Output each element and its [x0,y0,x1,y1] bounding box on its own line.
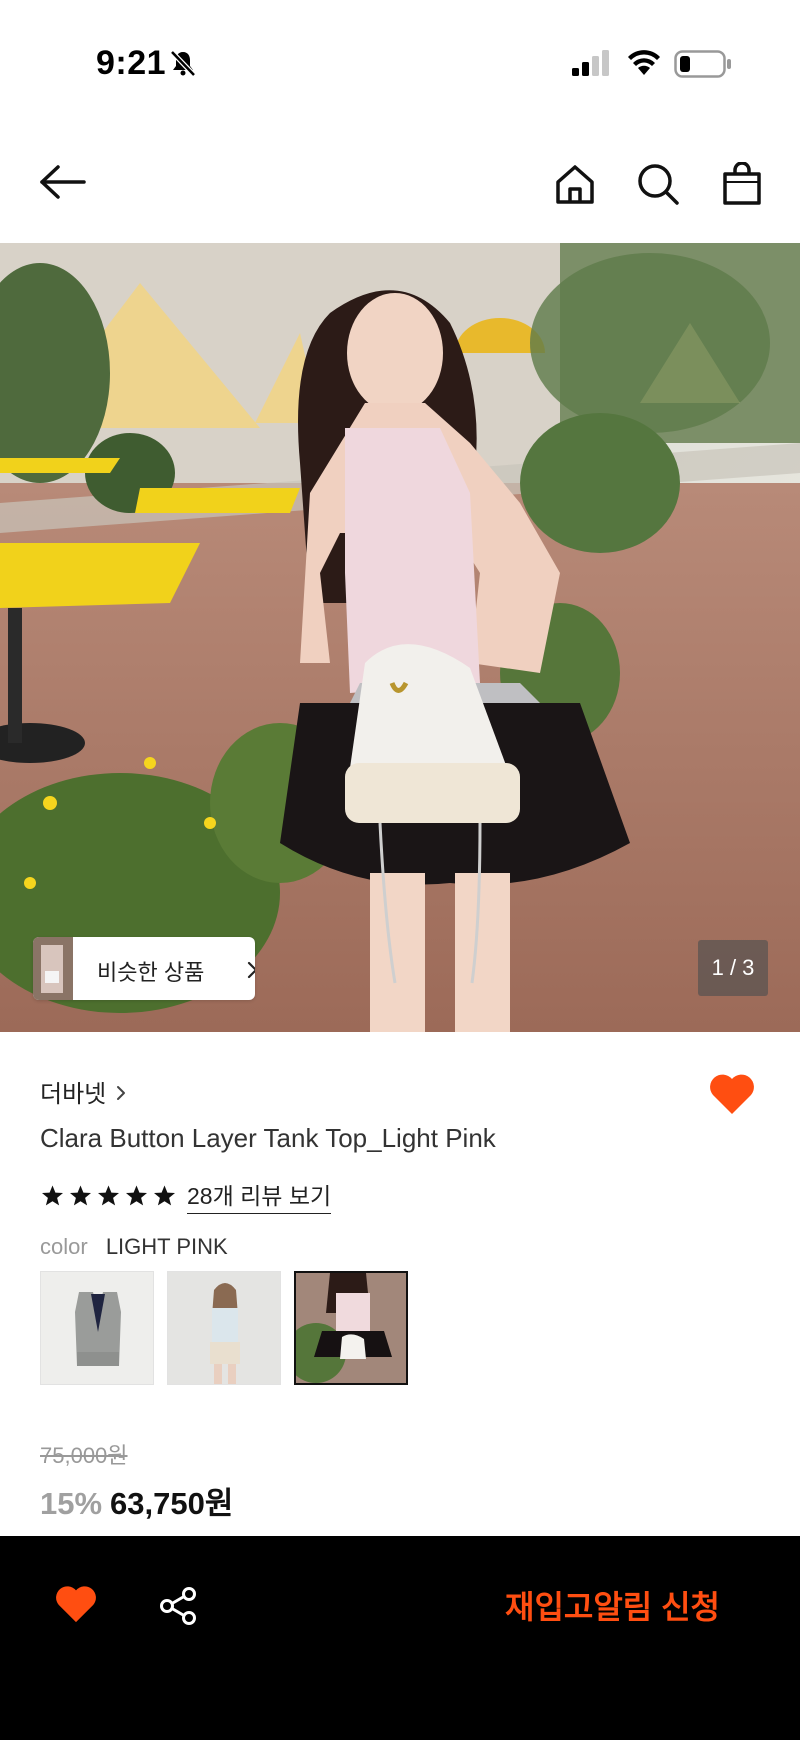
swatch-image [41,1272,153,1384]
home-icon[interactable] [553,162,597,206]
product-photo [0,243,800,1032]
color-swatch-light-pink[interactable] [294,1271,408,1385]
brand-link[interactable]: 더바넷 [40,1074,126,1109]
battery-icon [674,50,731,78]
swatch-image [296,1273,406,1383]
search-icon[interactable] [636,162,680,206]
share-icon[interactable] [158,1586,198,1626]
color-swatch-blue[interactable] [167,1271,281,1385]
color-row: color LIGHT PINK [40,1234,228,1260]
cellular-signal-icon [572,50,609,76]
price-row: 15% 63,750원 [40,1478,233,1523]
star-icon [126,1185,147,1205]
brand-name: 더바넷 [40,1081,107,1108]
color-value: LIGHT PINK [105,1234,228,1259]
color-label: color [40,1234,88,1259]
status-time: 9:21 [96,44,167,82]
product-title: Clara Button Layer Tank Top_Light Pink [40,1123,496,1153]
silent-bell-icon [170,50,196,77]
rating-row: 28개 리뷰 보기 [40,1177,332,1214]
wishlist-heart-icon[interactable] [54,1584,98,1624]
back-arrow-icon[interactable] [38,162,88,202]
color-swatch-gray[interactable] [40,1271,154,1385]
status-bar: 9:21 [0,0,800,130]
image-counter: 1 / 3 [698,940,768,996]
wifi-icon [628,50,660,75]
star-rating [40,1184,177,1208]
top-navigation [0,150,800,220]
discount-rate: 15% [40,1486,103,1521]
wishlist-heart-icon[interactable] [708,1072,756,1116]
product-hero-image[interactable] [0,243,800,1032]
similar-products-thumbnail [33,937,73,1000]
bottom-action-bar: 재입고알림 신청 [0,1536,800,1740]
shopping-bag-icon[interactable] [720,162,764,206]
similar-products-button[interactable]: 비슷한 상품 [33,937,255,1000]
final-price: 63,750원 [110,1486,234,1521]
original-price: 75,000원 [40,1443,128,1468]
star-icon [42,1185,63,1205]
star-icon [70,1185,91,1205]
star-icon [154,1185,175,1205]
chevron-right-icon [247,961,255,979]
restock-alert-button[interactable]: 재입고알림 신청 [505,1582,720,1628]
star-icon [98,1185,119,1205]
reviews-link[interactable]: 28개 리뷰 보기 [187,1177,332,1214]
chevron-right-icon [117,1085,126,1100]
similar-products-label: 비슷한 상품 [97,960,205,985]
swatch-image [168,1272,280,1384]
